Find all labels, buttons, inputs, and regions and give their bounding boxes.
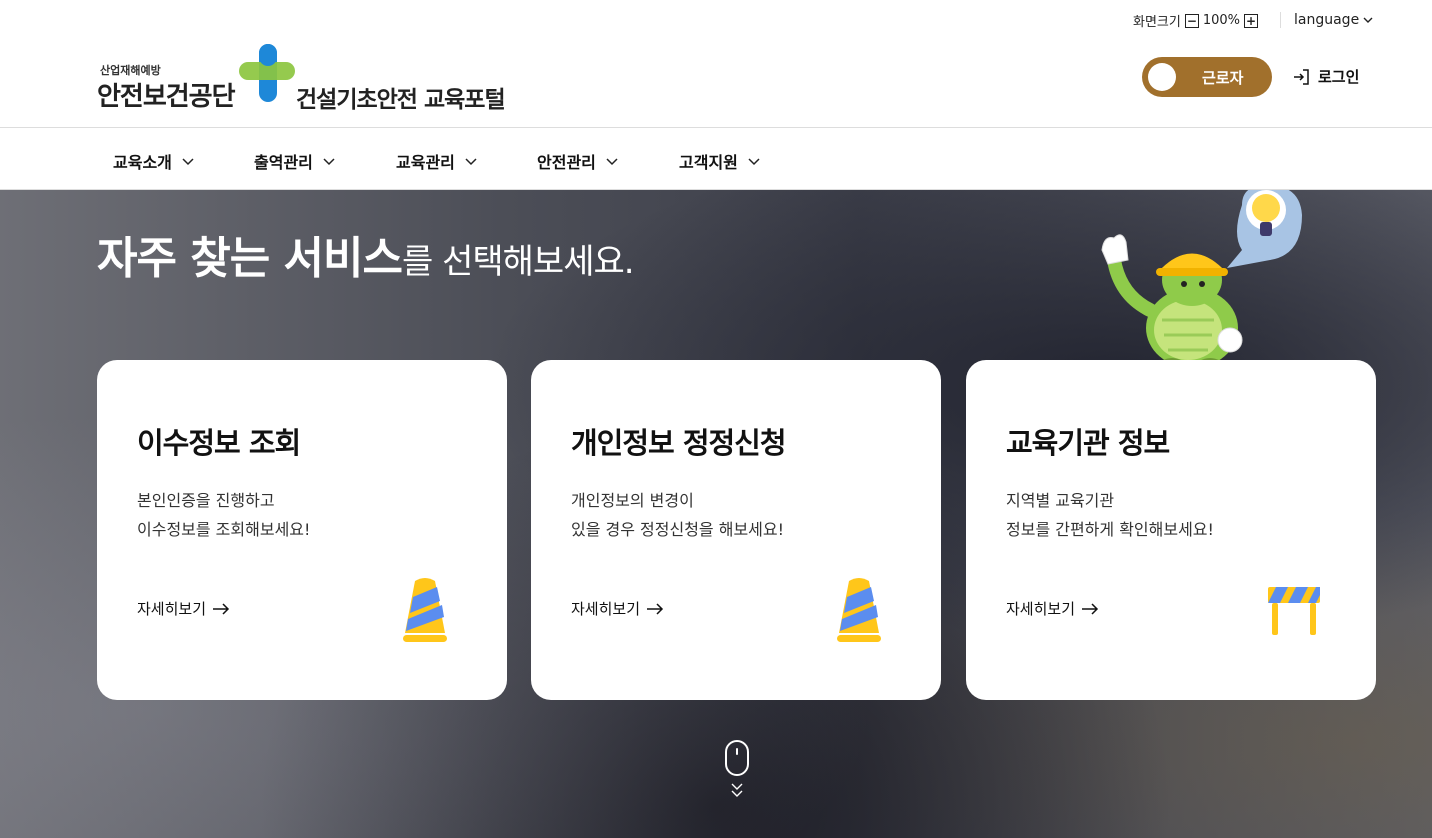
hero-section: 자주 찾는 서비스를 선택해보세요. 이수정보 조회 본인인증을 진행하고 이수…	[0, 190, 1432, 838]
logo-portal-name: 건설기초안전 교육포털	[296, 87, 506, 113]
arrow-right-icon	[647, 602, 664, 615]
chevron-down-icon	[606, 158, 618, 166]
toggle-knob	[1148, 63, 1176, 91]
traffic-cone-icon	[403, 578, 447, 642]
card-desc-line: 이수정보를 조회해보세요!	[137, 520, 311, 539]
card-description: 지역별 교육기관 정보를 간편하게 확인해보세요!	[1006, 486, 1214, 544]
nav-item-label: 교육관리	[396, 153, 455, 172]
login-button[interactable]: 로그인	[1292, 66, 1359, 87]
chevron-down-icon	[1363, 17, 1373, 23]
language-selector[interactable]: language	[1294, 12, 1373, 28]
login-icon	[1294, 68, 1309, 85]
arrow-right-icon	[1082, 602, 1099, 615]
nav-item-attendance[interactable]: 출역관리	[254, 149, 335, 173]
traffic-cone-icon	[837, 578, 881, 642]
card-more-link[interactable]: 자세히보기	[571, 598, 664, 619]
service-card-institution[interactable]: 교육기관 정보 지역별 교육기관 정보를 간편하게 확인해보세요! 자세히보기	[966, 360, 1376, 700]
hero-title-strong: 자주 찾는 서비스	[97, 233, 403, 284]
hero-title-light: 를 선택해보세요.	[402, 242, 635, 282]
chevron-down-icon	[465, 158, 477, 166]
zoom-value: 100%	[1202, 13, 1241, 28]
card-title: 개인정보 정정신청	[571, 426, 787, 460]
card-more-link[interactable]: 자세히보기	[1006, 598, 1099, 619]
language-label: language	[1294, 12, 1360, 28]
cross-logo-icon	[239, 44, 295, 102]
nav-item-label: 고객지원	[679, 153, 738, 172]
zoom-label: 화면크기	[1133, 15, 1181, 30]
nav-item-education-intro[interactable]: 교육소개	[113, 149, 194, 173]
nav-item-label: 교육소개	[113, 153, 172, 172]
zoom-in-button[interactable]: +	[1244, 13, 1259, 28]
card-more-link[interactable]: 자세히보기	[137, 598, 230, 619]
card-title: 이수정보 조회	[137, 426, 301, 460]
card-desc-line: 있을 경우 정정신청을 해보세요!	[571, 520, 785, 539]
chevron-down-icon	[323, 158, 335, 166]
zoom-out-button[interactable]: −	[1184, 13, 1199, 28]
nav-item-support[interactable]: 고객지원	[679, 149, 760, 173]
card-title: 교육기관 정보	[1006, 426, 1170, 460]
service-card-completion[interactable]: 이수정보 조회 본인인증을 진행하고 이수정보를 조회해보세요! 자세히보기	[97, 360, 507, 700]
nav-item-safety-manage[interactable]: 안전관리	[537, 149, 618, 173]
toggle-label: 근로자	[1202, 68, 1244, 87]
nav-item-label: 출역관리	[254, 153, 313, 172]
chevron-down-icon	[182, 158, 194, 166]
chevron-down-icon	[748, 158, 760, 166]
card-more-label: 자세히보기	[571, 600, 641, 618]
scroll-down-icon[interactable]	[725, 740, 749, 800]
card-more-label: 자세히보기	[1006, 600, 1076, 618]
card-desc-line: 정보를 간편하게 확인해보세요!	[1006, 520, 1214, 539]
card-desc-line: 본인인증을 진행하고	[137, 491, 275, 510]
worker-mode-toggle[interactable]: 근로자	[1142, 57, 1272, 97]
arrow-right-icon	[213, 602, 230, 615]
divider	[1280, 12, 1281, 28]
zoom-control: 화면크기 − 100% +	[1133, 11, 1259, 30]
card-description: 개인정보의 변경이 있을 경우 정정신청을 해보세요!	[571, 486, 784, 544]
card-desc-line: 개인정보의 변경이	[571, 491, 694, 510]
nav-item-education-manage[interactable]: 교육관리	[396, 149, 477, 173]
card-desc-line: 지역별 교육기관	[1006, 491, 1115, 510]
card-more-label: 자세히보기	[137, 600, 207, 618]
utility-bar: 화면크기 − 100% + language	[0, 0, 1432, 40]
barricade-icon	[1268, 587, 1320, 635]
nav-item-label: 안전관리	[537, 153, 596, 172]
logo-org-name: 안전보건공단	[97, 82, 236, 112]
hero-title: 자주 찾는 서비스를 선택해보세요.	[97, 222, 635, 286]
service-card-correction[interactable]: 개인정보 정정신청 개인정보의 변경이 있을 경우 정정신청을 해보세요! 자세…	[531, 360, 941, 700]
main-nav: 교육소개 출역관리 교육관리 안전관리 고객지원	[0, 127, 1432, 190]
login-label: 로그인	[1318, 68, 1360, 86]
card-description: 본인인증을 진행하고 이수정보를 조회해보세요!	[137, 486, 310, 544]
